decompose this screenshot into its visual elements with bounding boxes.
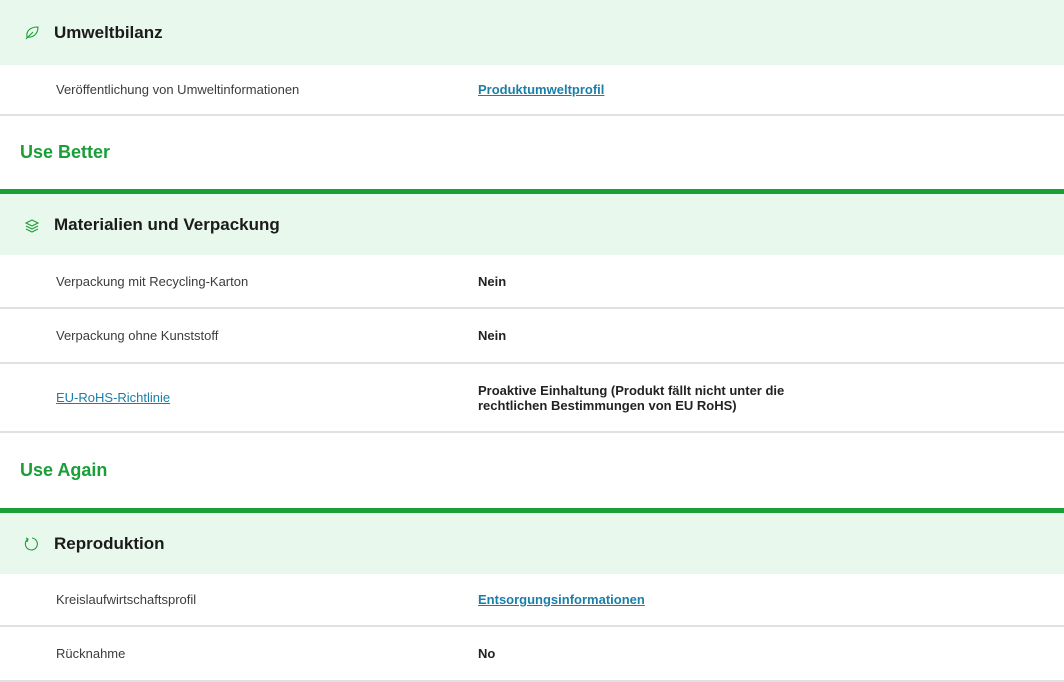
layers-icon xyxy=(24,217,40,233)
row-value: Nein xyxy=(478,273,507,289)
eu-rohs-link[interactable]: EU-RoHS-Richtlinie xyxy=(56,390,170,405)
row-label: EU-RoHS-Richtlinie xyxy=(0,390,478,405)
row-value: Proaktive Einhaltung (Produkt fällt nich… xyxy=(478,383,784,413)
row-value: No xyxy=(478,646,496,661)
row-label: Veröffentlichung von Umweltinformationen xyxy=(56,82,300,97)
table-row: Rücknahme No xyxy=(0,627,1064,682)
section-title: Umweltbilanz xyxy=(54,22,163,42)
section-header-materialien: Materialien und Verpackung xyxy=(0,194,1064,255)
group-heading-use-better: Use Better xyxy=(20,142,111,162)
section-title: Reproduktion xyxy=(54,533,165,553)
row-label: Kreislaufwirtschaftsprofil xyxy=(56,592,197,607)
table-row: Kreislaufwirtschaftsprofil Entsorgungsin… xyxy=(0,574,1064,627)
row-value-line: rechtlichen Bestimmungen von EU RoHS) xyxy=(478,397,737,413)
entsorgungsinformationen-link[interactable]: Entsorgungsinformationen xyxy=(478,592,645,607)
produktumweltprofil-link[interactable]: Produktumweltprofil xyxy=(478,82,604,97)
row-value: Nein xyxy=(478,328,507,343)
table-row: Veröffentlichung von Umweltinformationen… xyxy=(0,65,1064,116)
refresh-icon xyxy=(24,536,40,552)
table-row: EU-RoHS-Richtlinie Proaktive Einhaltung … xyxy=(0,364,1064,433)
group-heading-use-again: Use Again xyxy=(20,460,108,480)
table-row: Verpackung mit Recycling-Karton Nein xyxy=(0,255,1064,309)
section-header-reproduktion: Reproduktion xyxy=(0,513,1064,574)
leaf-icon xyxy=(24,25,40,41)
table-row: Verpackung ohne Kunststoff Nein xyxy=(0,309,1064,364)
row-label: Rücknahme xyxy=(56,646,126,661)
row-label: Verpackung ohne Kunststoff xyxy=(56,328,219,343)
section-header-umweltbilanz: Umweltbilanz xyxy=(0,0,1064,65)
row-value-line: Proaktive Einhaltung (Produkt fällt nich… xyxy=(478,382,785,398)
section-title: Materialien und Verpackung xyxy=(54,214,280,234)
row-label: Verpackung mit Recycling-Karton xyxy=(56,273,249,289)
